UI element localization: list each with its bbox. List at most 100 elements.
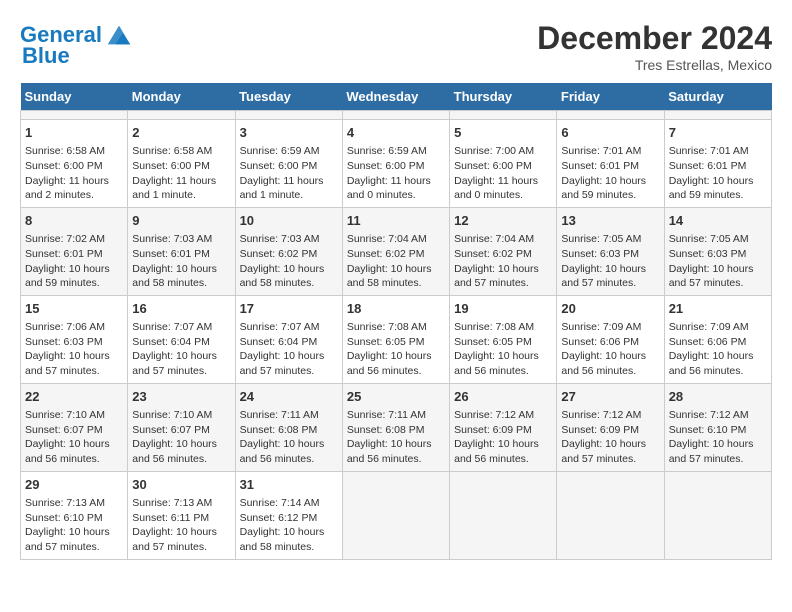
day-info: Sunset: 6:06 PM xyxy=(669,335,767,350)
calendar-header-tuesday: Tuesday xyxy=(235,83,342,111)
calendar-cell: 30Sunrise: 7:13 AMSunset: 6:11 PMDayligh… xyxy=(128,471,235,559)
day-number: 5 xyxy=(454,124,552,142)
calendar-header-monday: Monday xyxy=(128,83,235,111)
day-info: Daylight: 10 hours and 57 minutes. xyxy=(454,262,552,291)
calendar-cell: 25Sunrise: 7:11 AMSunset: 6:08 PMDayligh… xyxy=(342,383,449,471)
day-info: Sunrise: 7:06 AM xyxy=(25,320,123,335)
day-number: 17 xyxy=(240,300,338,318)
day-info: Sunrise: 6:58 AM xyxy=(132,144,230,159)
day-number: 25 xyxy=(347,388,445,406)
calendar-week-row: 1Sunrise: 6:58 AMSunset: 6:00 PMDaylight… xyxy=(21,120,772,208)
day-number: 9 xyxy=(132,212,230,230)
day-number: 31 xyxy=(240,476,338,494)
day-info: Daylight: 10 hours and 58 minutes. xyxy=(240,525,338,554)
calendar-cell: 1Sunrise: 6:58 AMSunset: 6:00 PMDaylight… xyxy=(21,120,128,208)
calendar-cell: 19Sunrise: 7:08 AMSunset: 6:05 PMDayligh… xyxy=(450,295,557,383)
day-info: Daylight: 10 hours and 57 minutes. xyxy=(669,437,767,466)
day-info: Sunset: 6:00 PM xyxy=(25,159,123,174)
day-info: Sunset: 6:07 PM xyxy=(132,423,230,438)
calendar-cell xyxy=(342,111,449,120)
logo-icon xyxy=(104,20,134,50)
calendar-week-row xyxy=(21,111,772,120)
calendar-cell: 24Sunrise: 7:11 AMSunset: 6:08 PMDayligh… xyxy=(235,383,342,471)
day-info: Sunrise: 7:09 AM xyxy=(669,320,767,335)
calendar-cell: 14Sunrise: 7:05 AMSunset: 6:03 PMDayligh… xyxy=(664,207,771,295)
day-number: 28 xyxy=(669,388,767,406)
day-info: Sunset: 6:01 PM xyxy=(25,247,123,262)
day-number: 4 xyxy=(347,124,445,142)
day-info: Daylight: 10 hours and 59 minutes. xyxy=(561,174,659,203)
day-info: Sunset: 6:07 PM xyxy=(25,423,123,438)
day-info: Sunrise: 6:59 AM xyxy=(240,144,338,159)
page-header: General Blue December 2024 Tres Estrella… xyxy=(20,20,772,73)
day-info: Sunset: 6:01 PM xyxy=(132,247,230,262)
day-info: Sunset: 6:05 PM xyxy=(347,335,445,350)
day-info: Sunrise: 7:08 AM xyxy=(454,320,552,335)
calendar-cell: 28Sunrise: 7:12 AMSunset: 6:10 PMDayligh… xyxy=(664,383,771,471)
calendar-cell: 9 Sunrise: 7:03 AMSunset: 6:01 PMDaylight… xyxy=(128,207,235,295)
calendar-week-row: 29Sunrise: 7:13 AMSunset: 6:10 PMDayligh… xyxy=(21,471,772,559)
day-info: Sunrise: 7:09 AM xyxy=(561,320,659,335)
calendar-cell xyxy=(450,111,557,120)
day-info: Daylight: 10 hours and 56 minutes. xyxy=(454,349,552,378)
day-number: 29 xyxy=(25,476,123,494)
day-info: Daylight: 10 hours and 57 minutes. xyxy=(561,437,659,466)
calendar-cell: 8Sunrise: 7:02 AMSunset: 6:01 PMDaylight… xyxy=(21,207,128,295)
day-info: Sunrise: 7:02 AM xyxy=(25,232,123,247)
calendar-header-wednesday: Wednesday xyxy=(342,83,449,111)
calendar-cell xyxy=(557,111,664,120)
calendar-cell xyxy=(342,471,449,559)
calendar-header-sunday: Sunday xyxy=(21,83,128,111)
day-info: Sunset: 6:00 PM xyxy=(454,159,552,174)
calendar-cell: 3Sunrise: 6:59 AMSunset: 6:00 PMDaylight… xyxy=(235,120,342,208)
day-info: Daylight: 10 hours and 57 minutes. xyxy=(132,525,230,554)
calendar-cell: 20Sunrise: 7:09 AMSunset: 6:06 PMDayligh… xyxy=(557,295,664,383)
day-info: Daylight: 10 hours and 56 minutes. xyxy=(25,437,123,466)
day-info: Daylight: 10 hours and 59 minutes. xyxy=(669,174,767,203)
day-number: 20 xyxy=(561,300,659,318)
day-info: Sunrise: 7:03 AM xyxy=(132,232,230,247)
day-info: Sunset: 6:09 PM xyxy=(454,423,552,438)
day-info: Sunset: 6:06 PM xyxy=(561,335,659,350)
calendar-cell: 18Sunrise: 7:08 AMSunset: 6:05 PMDayligh… xyxy=(342,295,449,383)
day-number: 2 xyxy=(132,124,230,142)
day-number: 18 xyxy=(347,300,445,318)
calendar-cell: 26Sunrise: 7:12 AMSunset: 6:09 PMDayligh… xyxy=(450,383,557,471)
day-number: 27 xyxy=(561,388,659,406)
day-info: Sunset: 6:04 PM xyxy=(132,335,230,350)
day-info: Sunrise: 7:01 AM xyxy=(561,144,659,159)
day-info: Sunrise: 7:14 AM xyxy=(240,496,338,511)
calendar-cell: 27Sunrise: 7:12 AMSunset: 6:09 PMDayligh… xyxy=(557,383,664,471)
day-info: Daylight: 10 hours and 57 minutes. xyxy=(25,349,123,378)
calendar-cell: 7Sunrise: 7:01 AMSunset: 6:01 PMDaylight… xyxy=(664,120,771,208)
day-info: Sunset: 6:10 PM xyxy=(25,511,123,526)
calendar-cell: 31 Sunrise: 7:14 AMSunset: 6:12 PMDayligh… xyxy=(235,471,342,559)
day-info: Sunset: 6:02 PM xyxy=(240,247,338,262)
calendar-week-row: 8Sunrise: 7:02 AMSunset: 6:01 PMDaylight… xyxy=(21,207,772,295)
day-number: 24 xyxy=(240,388,338,406)
calendar-cell: 17Sunrise: 7:07 AMSunset: 6:04 PMDayligh… xyxy=(235,295,342,383)
day-info: Sunrise: 7:03 AM xyxy=(240,232,338,247)
day-info: Sunrise: 7:07 AM xyxy=(240,320,338,335)
day-info: Daylight: 10 hours and 58 minutes. xyxy=(240,262,338,291)
calendar-cell xyxy=(128,111,235,120)
day-number: 8 xyxy=(25,212,123,230)
calendar-cell xyxy=(450,471,557,559)
title-block: December 2024 Tres Estrellas, Mexico xyxy=(537,20,772,73)
day-info: Daylight: 10 hours and 57 minutes. xyxy=(240,349,338,378)
day-info: Sunset: 6:05 PM xyxy=(454,335,552,350)
day-info: Daylight: 11 hours and 2 minutes. xyxy=(25,174,123,203)
day-info: Sunset: 6:12 PM xyxy=(240,511,338,526)
calendar-cell: 29Sunrise: 7:13 AMSunset: 6:10 PMDayligh… xyxy=(21,471,128,559)
calendar-cell: 13Sunrise: 7:05 AMSunset: 6:03 PMDayligh… xyxy=(557,207,664,295)
calendar-week-row: 15Sunrise: 7:06 AMSunset: 6:03 PMDayligh… xyxy=(21,295,772,383)
day-info: Sunset: 6:02 PM xyxy=(347,247,445,262)
calendar-cell: 2Sunrise: 6:58 AMSunset: 6:00 PMDaylight… xyxy=(128,120,235,208)
day-info: Daylight: 10 hours and 58 minutes. xyxy=(132,262,230,291)
day-info: Sunrise: 7:04 AM xyxy=(347,232,445,247)
day-info: Sunrise: 7:11 AM xyxy=(347,408,445,423)
day-info: Daylight: 10 hours and 56 minutes. xyxy=(240,437,338,466)
day-number: 14 xyxy=(669,212,767,230)
day-info: Sunrise: 7:05 AM xyxy=(561,232,659,247)
calendar-cell: 4Sunrise: 6:59 AMSunset: 6:00 PMDaylight… xyxy=(342,120,449,208)
